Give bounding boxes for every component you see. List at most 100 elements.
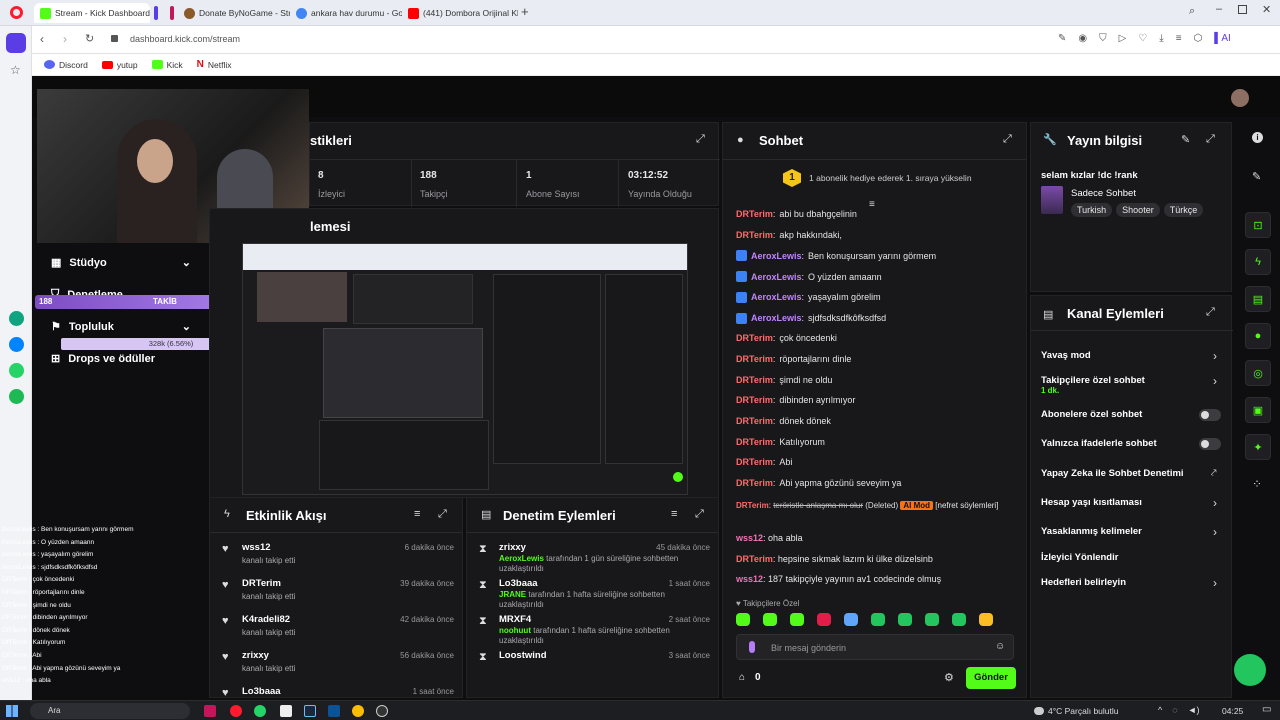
chevron-right-icon[interactable]: › <box>1213 576 1217 590</box>
opera-taskbar-icon[interactable] <box>230 705 242 717</box>
emote-icon[interactable] <box>790 613 804 626</box>
ai-icon[interactable]: ▌AI <box>1214 33 1231 44</box>
emoji-icon[interactable]: ☺ <box>995 641 1005 652</box>
star-icon[interactable]: ☆ <box>10 63 21 77</box>
moderator-name[interactable]: JRANE <box>499 590 526 599</box>
emote-icon[interactable] <box>979 613 993 626</box>
chatgpt-icon[interactable] <box>9 311 24 326</box>
chat-username[interactable]: AeroxLewis <box>751 272 802 282</box>
activity-user[interactable]: wss12 <box>242 542 271 553</box>
chat-username[interactable]: DRTerim <box>736 416 773 426</box>
chevron-right-icon[interactable]: › <box>1213 525 1217 539</box>
tab-google-weather[interactable]: ankara hav durumu - Goo <box>290 3 402 23</box>
activity-user[interactable]: Lo3baaa <box>242 686 281 697</box>
nav-studio[interactable]: ▦ Stüdyo ⌄ <box>51 256 191 270</box>
emote-icon[interactable] <box>736 613 750 626</box>
document-icon[interactable]: ▤ <box>1245 286 1271 312</box>
filter-icon[interactable]: ≡ <box>671 508 677 520</box>
toggle-switch[interactable] <box>1199 409 1221 421</box>
activity-user[interactable]: DRTerim <box>242 578 281 589</box>
tag[interactable]: Shooter <box>1116 203 1160 217</box>
reload-icon[interactable]: ↻ <box>85 32 94 45</box>
chat-username[interactable]: DRTerim <box>736 501 769 510</box>
moderator-name[interactable]: AeroxLewis <box>499 554 544 563</box>
channel-action-label[interactable]: Abonelere özel sohbet <box>1041 409 1142 420</box>
channel-action-label[interactable]: Yalnızca ifadelerle sohbet <box>1041 438 1157 449</box>
chat-username[interactable]: DRTerim <box>736 375 773 385</box>
pencil-icon[interactable]: ✎ <box>1252 170 1261 183</box>
screen-capture-icon[interactable]: ⊡ <box>1245 212 1271 238</box>
windows-start-icon[interactable] <box>6 705 18 717</box>
steam-taskbar-icon[interactable] <box>328 705 340 717</box>
network-icon[interactable]: ◌ <box>1172 705 1177 715</box>
chat-username[interactable]: DRTerim <box>736 354 773 364</box>
expand-icon[interactable]: ⤢ <box>1206 133 1215 146</box>
emote-icon[interactable] <box>844 613 858 626</box>
activity-user[interactable]: K4radeli82 <box>242 614 290 625</box>
fab-button[interactable] <box>1234 654 1266 686</box>
chat-username[interactable]: DRTerim <box>736 478 773 488</box>
expand-icon[interactable]: ⤢ <box>695 508 704 521</box>
home-icon[interactable] <box>6 33 26 53</box>
nav-drops[interactable]: ⊞ Drops ve ödüller <box>51 352 191 366</box>
chevron-right-icon[interactable]: › <box>1213 374 1217 388</box>
steam-taskbar-icon[interactable] <box>304 705 316 717</box>
shield-icon[interactable]: ⛉ <box>1099 33 1107 44</box>
wrench-icon[interactable]: ✦ <box>1245 434 1271 460</box>
maximize-icon[interactable] <box>1238 5 1247 14</box>
channel-action-label[interactable]: Yasaklanmış kelimeler <box>1041 526 1142 537</box>
chat-username[interactable]: AeroxLewis <box>751 292 802 302</box>
channel-action-label[interactable]: Yapay Zeka ile Sohbet Denetimi <box>1041 468 1184 479</box>
chat-username[interactable]: AeroxLewis <box>751 313 802 323</box>
spotify-icon[interactable] <box>9 389 24 404</box>
chrome-taskbar-icon[interactable] <box>352 705 364 717</box>
category-name[interactable]: Sadece Sohbet <box>1071 188 1136 199</box>
search-tabs-icon[interactable]: ⌕ <box>1189 5 1195 18</box>
channel-action-label[interactable]: Yavaş mod <box>1041 350 1091 361</box>
chat-username[interactable]: DRTerim <box>736 457 773 467</box>
external-link-icon[interactable]: ⤤ <box>1211 468 1217 479</box>
whatsapp-taskbar-icon[interactable] <box>254 705 266 717</box>
taskbar-search[interactable]: Ara <box>30 703 190 719</box>
bookmark-yutup[interactable]: yutup <box>101 59 138 70</box>
chevron-right-icon[interactable]: › <box>1213 496 1217 510</box>
chat-username[interactable]: AeroxLewis <box>751 251 802 261</box>
broadcast-icon[interactable]: ◎ <box>1245 360 1271 386</box>
obs-taskbar-icon[interactable] <box>376 705 388 717</box>
opera-logo-icon[interactable] <box>10 6 23 19</box>
expand-icon[interactable]: ⤢ <box>1003 133 1012 146</box>
tab-kick-dashboard[interactable]: Stream - Kick Dashboard <box>34 3 150 23</box>
mod-target-user[interactable]: Lo3baaa <box>499 578 538 589</box>
tab-youtube[interactable]: (441) Dombora Orijinal Kl <box>402 3 518 23</box>
points-display[interactable]: ⌂ 0 <box>739 672 761 683</box>
weather-widget[interactable]: 4°C Parçalı bulutlu <box>1034 706 1119 716</box>
camera-icon[interactable]: ◉ <box>1078 33 1087 44</box>
new-tab-icon[interactable]: + <box>521 4 529 19</box>
download-icon[interactable]: ⤓ <box>1159 33 1163 44</box>
chat-username[interactable]: DRTerim <box>736 230 773 240</box>
toggle-switch[interactable] <box>1199 438 1221 450</box>
clock[interactable]: 04:25 <box>1222 706 1243 716</box>
info-icon[interactable]: i <box>1252 132 1263 143</box>
bookmark-kick[interactable]: Kick <box>151 59 183 70</box>
settings-icon[interactable]: ⚙ <box>944 671 954 684</box>
expand-icon[interactable]: ⤢ <box>696 133 705 146</box>
emote-icon[interactable] <box>925 613 939 626</box>
channel-action-label[interactable]: Hesap yaşı kısıtlaması <box>1041 497 1142 508</box>
emote-icon[interactable] <box>817 613 831 626</box>
file-taskbar-icon[interactable] <box>280 705 292 717</box>
edit-icon[interactable]: ✎ <box>1058 33 1066 44</box>
bookmark-netflix[interactable]: N Netflix <box>197 59 232 70</box>
nav-community[interactable]: ⚑ Topluluk ⌄ <box>51 320 191 334</box>
back-icon[interactable]: ‹ <box>40 32 44 46</box>
emote-icon[interactable] <box>898 613 912 626</box>
chevron-right-icon[interactable]: › <box>1213 349 1217 363</box>
messenger-icon[interactable] <box>9 337 24 352</box>
notification-icon[interactable]: ▭ <box>1262 704 1271 715</box>
channel-action-label[interactable]: Takipçilere özel sohbet <box>1041 375 1145 386</box>
preview-video[interactable] <box>242 243 688 495</box>
menu-icon[interactable]: ≡ <box>1176 33 1182 44</box>
forward-icon[interactable]: › <box>63 32 67 46</box>
emote-icon[interactable] <box>871 613 885 626</box>
whatsapp-icon[interactable] <box>9 363 24 378</box>
